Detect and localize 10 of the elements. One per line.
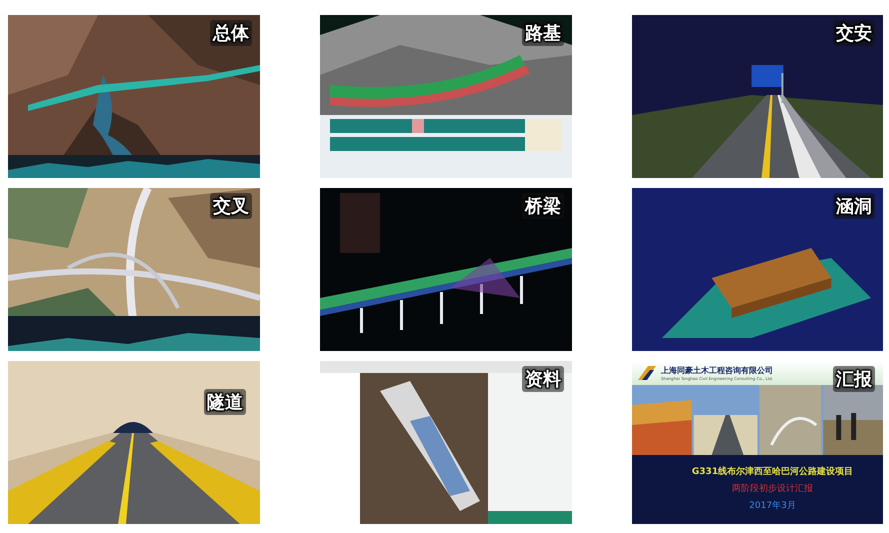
panel-label: 总体 — [210, 20, 252, 46]
panel-label: 资料 — [522, 366, 564, 392]
slide-date: 2017年3月 — [749, 500, 796, 512]
logo-icon — [638, 366, 656, 380]
slide-title: G331线布尔津西至哈巴河公路建设项目 — [692, 465, 854, 478]
panel-label: 交叉 — [210, 193, 252, 219]
panel-label: 桥梁 — [522, 193, 564, 219]
company-name: 上海同豪土木工程咨询有限公司 — [661, 365, 774, 376]
panel-label: 交安 — [833, 20, 875, 46]
slide-subtitle: 两阶段初步设计汇报 — [732, 482, 813, 495]
